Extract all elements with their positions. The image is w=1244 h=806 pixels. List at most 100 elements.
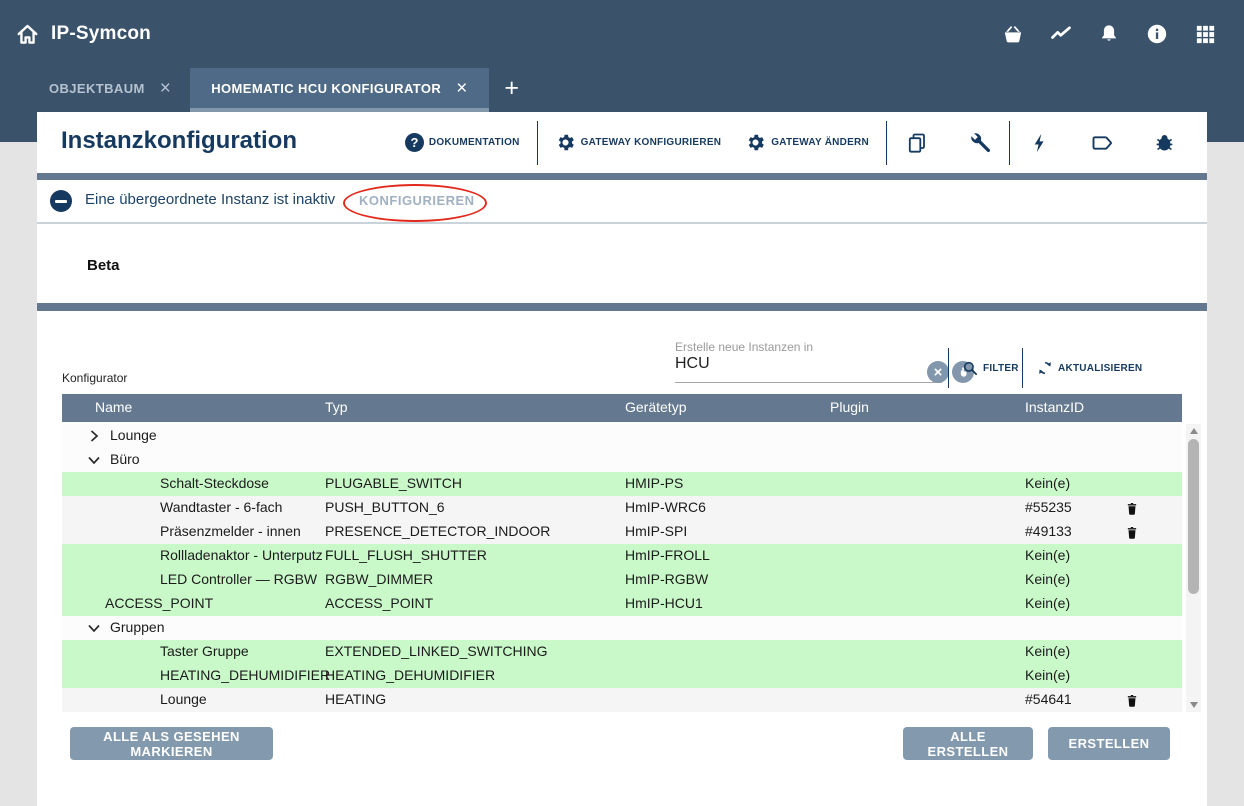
column-header-name[interactable]: Name <box>95 399 132 415</box>
gateway-configure-button[interactable]: GATEWAY KONFIGURIEREN <box>555 132 722 153</box>
scroll-up-icon[interactable] <box>1186 425 1201 437</box>
create-button[interactable]: ERSTELLEN <box>1048 727 1170 760</box>
chevron-right-icon[interactable] <box>86 428 102 444</box>
row-instanzid: Kein(e) <box>1025 667 1070 683</box>
add-tab-button[interactable]: + <box>489 68 535 108</box>
mark-all-seen-button[interactable]: ALLE ALS GESEHEN MARKIEREN <box>70 727 273 760</box>
table-row[interactable]: ACCESS_POINTACCESS_POINTHmIP-HCU1Kein(e) <box>62 592 1182 616</box>
content-panel: Instanzkonfiguration ? DOKUMENTATION GAT… <box>37 112 1207 806</box>
gateway-change-button[interactable]: GATEWAY ÄNDERN <box>745 132 869 153</box>
table-row[interactable]: LED Controller — RGBW RGBW_DIMMER HmIP-RGB… <box>62 568 1182 592</box>
column-header-plugin[interactable]: Plugin <box>830 399 869 415</box>
delete-instance-button[interactable] <box>1124 690 1144 710</box>
row-geraetetyp: HmIP-RGBW <box>625 571 708 587</box>
notifications-bell-icon[interactable] <box>1096 21 1122 47</box>
row-name: Lounge <box>160 691 207 707</box>
create-in-input[interactable] <box>675 355 925 373</box>
tab-bar: OBJEKTBAUM × HOMEMATIC HCU KONFIGURATOR … <box>30 68 535 108</box>
table-row[interactable]: Schalt-SteckdosePLUGABLE_SWITCHHMIP-PSKe… <box>62 472 1182 496</box>
copy-icon[interactable] <box>904 130 930 156</box>
row-instanzid: Kein(e) <box>1025 547 1070 563</box>
table-row[interactable]: Wandtaster - 6-fachPUSH_BUTTON_6HmIP-WRC… <box>62 496 1182 520</box>
row-name: LED Controller — RGBW <box>160 571 317 587</box>
table-row[interactable]: Büro <box>62 448 1182 472</box>
row-typ: FULL_FLUSH_SHUTTER <box>325 547 487 563</box>
delete-instance-button[interactable] <box>1124 522 1144 542</box>
chevron-down-icon[interactable] <box>86 620 102 636</box>
section-title: Beta <box>87 257 120 274</box>
table-scrollbar[interactable] <box>1186 424 1201 712</box>
table-row[interactable]: Präsenzmelder - innen PRESENCE_DETECTOR_I… <box>62 520 1182 544</box>
row-name: HEATING_DEHUMIDIFIER <box>160 667 330 683</box>
row-name: Gruppen <box>110 619 164 635</box>
row-instanzid: #54641 <box>1025 691 1072 707</box>
inactive-status-icon <box>50 190 72 212</box>
row-geraetetyp: HMIP-PS <box>625 475 683 491</box>
table-body: Lounge BüroSchalt-SteckdosePLUGABLE_SWITC… <box>62 424 1182 712</box>
row-name: Lounge <box>110 427 157 443</box>
row-typ: RGBW_DIMMER <box>325 571 433 587</box>
row-name: Schalt-Steckdose <box>160 475 269 491</box>
row-typ: HEATING_DEHUMIDIFIER <box>325 667 495 683</box>
delete-instance-button[interactable] <box>1124 498 1144 518</box>
create-in-label: Erstelle neue Instanzen in <box>675 340 813 354</box>
apps-grid-icon[interactable] <box>1192 21 1218 47</box>
documentation-button[interactable]: ? DOKUMENTATION <box>405 133 520 152</box>
toolbar-divider <box>886 121 887 165</box>
brand: IP-Symcon <box>14 21 151 48</box>
refresh-button[interactable]: AKTUALISIEREN <box>1036 359 1142 377</box>
column-header-typ[interactable]: Typ <box>325 399 348 415</box>
tag-icon[interactable] <box>1089 130 1115 156</box>
input-underline <box>675 382 942 383</box>
close-icon[interactable]: × <box>456 79 468 98</box>
row-geraetetyp: HmIP-SPI <box>625 523 687 539</box>
tab-homematic-hcu-konfigurator[interactable]: HOMEMATIC HCU KONFIGURATOR × <box>190 68 488 108</box>
table-row[interactable]: Taster GruppeEXTENDED_LINKED_SWITCHINGKe… <box>62 640 1182 664</box>
page-title: Instanzkonfiguration <box>61 127 297 155</box>
scrollbar-thumb[interactable] <box>1188 439 1199 594</box>
row-instanzid: Kein(e) <box>1025 475 1070 491</box>
gear-icon <box>555 132 576 153</box>
table-row[interactable]: LoungeHEATING#54641 <box>62 688 1182 712</box>
row-typ: PRESENCE_DETECTOR_INDOOR <box>325 523 550 539</box>
section-divider <box>37 173 1207 180</box>
toolbar-actions: ? DOKUMENTATION GATEWAY KONFIGURIEREN GA… <box>405 112 1177 173</box>
row-geraetetyp: HmIP-WRC6 <box>625 499 706 515</box>
search-icon <box>961 359 979 377</box>
column-header-instanzid[interactable]: InstanzID <box>1025 399 1084 415</box>
column-header-geraetetyp[interactable]: Gerätetyp <box>625 399 686 415</box>
warning-row: Eine übergeordnete Instanz ist inaktiv K… <box>37 180 1207 222</box>
table-header: Name Typ Gerätetyp Plugin InstanzID <box>62 394 1182 422</box>
row-name: ACCESS_POINT <box>105 595 213 611</box>
filter-button[interactable]: FILTER <box>961 359 1019 377</box>
lightning-icon[interactable] <box>1027 130 1053 156</box>
close-icon[interactable]: × <box>160 79 172 98</box>
clear-input-icon[interactable]: × <box>927 361 949 383</box>
konfigurieren-link[interactable]: KONFIGURIEREN <box>359 193 475 208</box>
gear-icon <box>745 132 766 153</box>
thin-divider <box>37 222 1207 224</box>
row-typ: PUSH_BUTTON_6 <box>325 499 445 515</box>
home-icon <box>14 21 41 48</box>
row-name: Präsenzmelder - innen <box>160 523 301 539</box>
table-row[interactable]: Gruppen <box>62 616 1182 640</box>
tab-objektbaum[interactable]: OBJEKTBAUM × <box>30 68 190 108</box>
bug-icon[interactable] <box>1151 130 1177 156</box>
store-basket-icon[interactable] <box>1000 21 1026 47</box>
table-row[interactable]: Lounge <box>62 424 1182 448</box>
row-instanzid: #49133 <box>1025 523 1072 539</box>
chevron-down-icon[interactable] <box>86 452 102 468</box>
app-bar: IP-Symcon <box>0 0 1244 68</box>
table-row[interactable]: HEATING_DEHUMIDIFIERHEATING_DEHUMIDIFIER… <box>62 664 1182 688</box>
table-row[interactable]: Rollladenaktor - UnterputzFULL_FLUSH_SHU… <box>62 544 1182 568</box>
wrench-icon[interactable] <box>966 130 992 156</box>
row-geraetetyp: HmIP-HCU1 <box>625 595 703 611</box>
scroll-down-icon[interactable] <box>1186 699 1201 711</box>
trend-chart-icon[interactable] <box>1048 21 1074 47</box>
filter-divider <box>1022 348 1023 388</box>
create-all-button[interactable]: ALLE ERSTELLEN <box>903 727 1033 760</box>
info-icon[interactable] <box>1144 21 1170 47</box>
row-name: Rollladenaktor - Unterputz <box>160 547 323 563</box>
row-typ: EXTENDED_LINKED_SWITCHING <box>325 643 547 659</box>
row-instanzid: Kein(e) <box>1025 643 1070 659</box>
